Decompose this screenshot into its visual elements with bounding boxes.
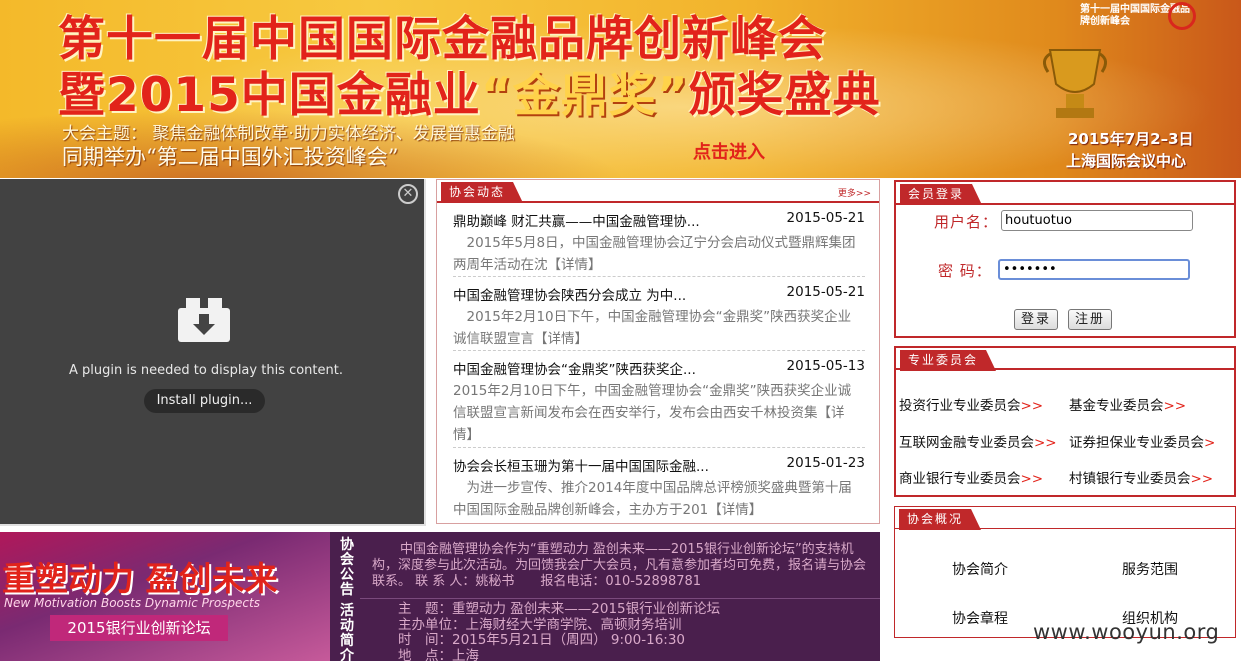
committee-link-arrow: >> xyxy=(1020,398,1044,414)
news-more-link[interactable]: 更多>> xyxy=(838,186,871,199)
committee-link[interactable]: 村镇银行专业委员会>> xyxy=(1069,467,1213,487)
username-label: 用户名： xyxy=(934,213,999,231)
news-item-summary[interactable]: 2015年2月10日下午，中国金融管理协会“金鼎奖”陕西获奖企业诚信联盟宣言新闻… xyxy=(453,380,861,446)
activity-line: 主办单位：上海财经大学商学院、高顿财务培训 xyxy=(398,616,682,633)
conference-banner[interactable]: 第十一届中国国际金融品牌创新峰会 暨2015中国金融业“金鼎奖”颁奖盛典 大会主… xyxy=(0,0,1241,178)
username-input[interactable] xyxy=(1001,210,1193,231)
password-input[interactable] xyxy=(998,259,1190,280)
news-panel-title: 协会动态 xyxy=(441,182,524,203)
watermark: www.wooyun.org xyxy=(1033,620,1220,644)
plugin-message: A plugin is needed to display this conte… xyxy=(69,363,343,378)
activity-line: 地 点：上海 xyxy=(398,647,479,661)
login-header: 会员登录 xyxy=(896,182,1234,205)
committee-title: 专业委员会 xyxy=(900,350,997,371)
committee-link[interactable]: 基金专业委员会>> xyxy=(1069,394,1186,414)
banner-logo-ribbon xyxy=(1168,2,1196,30)
committee-link-label: 商业银行专业委员会 xyxy=(899,471,1021,487)
committee-link-label: 证券担保业专业委员会 xyxy=(1069,435,1204,451)
committee-link-label: 投资行业专业委员会 xyxy=(899,398,1021,414)
committee-link[interactable]: 互联网金融专业委员会>> xyxy=(899,431,1057,451)
register-button[interactable]: 注册 xyxy=(1068,309,1113,330)
banner-title-line2: 暨2015中国金融业“金鼎奖”颁奖盛典 xyxy=(58,68,881,123)
committee-link-arrow: > xyxy=(1204,435,1216,451)
news-item-title[interactable]: 中国金融管理协会陕西分会成立 为中... xyxy=(453,284,773,304)
committee-link-label: 互联网金融专业委员会 xyxy=(899,435,1034,451)
about-link-intro[interactable]: 协会简介 xyxy=(952,559,1008,579)
association-news-panel: 协会动态 更多>> 鼎助巅峰 财汇共赢——中国金融管理协... 2015-05-… xyxy=(436,179,880,524)
about-link-charter[interactable]: 协会章程 xyxy=(952,608,1008,628)
committee-header: 专业委员会 xyxy=(896,348,1234,371)
promo-divider xyxy=(360,598,880,599)
banner-venue: 上海国际会议中心 xyxy=(1066,152,1187,170)
plugin-placeholder: ✕ A plugin is needed to display this con… xyxy=(0,179,426,526)
login-title: 会员登录 xyxy=(900,184,983,205)
news-item-date: 2015-05-21 xyxy=(786,210,865,226)
committee-link-arrow: >> xyxy=(1163,398,1187,414)
forum-ad-english: New Motivation Boosts Dynamic Prospects xyxy=(4,596,260,610)
notice-label: 协会公告 xyxy=(340,537,354,598)
trophy-icon xyxy=(1043,49,1107,118)
activity-label: 活动简介 xyxy=(340,603,354,661)
forum-ad-title: 重塑动力 盈创未来 xyxy=(2,559,278,598)
committee-link[interactable]: 商业银行专业委员会>> xyxy=(899,467,1043,487)
banner-subtitle: 同期举办“第二届中国外汇投资峰会” xyxy=(62,145,399,169)
install-plugin-button[interactable]: Install plugin... xyxy=(144,389,265,413)
news-item-title[interactable]: 协会会长桓玉珊为第十一届中国国际金融... xyxy=(453,455,773,475)
committee-link[interactable]: 证券担保业专业委员会> xyxy=(1069,431,1215,451)
forum-ad-badge: 2015银行业创新论坛 xyxy=(50,615,228,641)
about-header: 协会概况 xyxy=(895,507,1235,530)
committee-box: 专业委员会 投资行业专业委员会>> 基金专业委员会>> 互联网金融专业委员会>>… xyxy=(894,346,1236,497)
about-title: 协会概况 xyxy=(899,509,982,530)
news-item-summary[interactable]: 2015年2月10日下午，中国金融管理协会“金鼎奖”陕西获奖企业诚信联盟宣言【详… xyxy=(453,306,861,350)
news-item: 中国金融管理协会陕西分会成立 为中... 2015-05-21 2015年2月1… xyxy=(453,284,865,351)
news-item-summary[interactable]: 为进一步宣传、推介2014年度中国品牌总评榜颁奖盛典暨第十届中国国际金融品牌创新… xyxy=(453,477,861,521)
news-item: 中国金融管理协会“金鼎奖”陕西获奖企... 2015-05-13 2015年2月… xyxy=(453,358,865,448)
committee-link-arrow: >> xyxy=(1020,471,1044,487)
forum-promo: 重塑动力 盈创未来 New Motivation Boosts Dynamic … xyxy=(0,532,880,661)
activity-details: 主 题：重塑动力 盈创未来——2015银行业创新论坛 主办单位：上海财经大学商学… xyxy=(398,601,868,661)
news-item-summary[interactable]: 2015年5月8日，中国金融管理协会辽宁分会启动仪式暨鼎辉集团两周年活动在沈【详… xyxy=(453,232,861,276)
news-item: 协会会长桓玉珊为第十一届中国国际金融... 2015-01-23 为进一步宣传、… xyxy=(453,455,865,522)
news-item: 鼎助巅峰 财汇共赢——中国金融管理协... 2015-05-21 2015年5月… xyxy=(453,210,865,277)
login-button[interactable]: 登录 xyxy=(1014,309,1059,330)
committee-link[interactable]: 投资行业专业委员会>> xyxy=(899,394,1043,414)
committee-link-arrow: >> xyxy=(1190,471,1214,487)
news-panel-header: 协会动态 更多>> xyxy=(437,180,879,203)
news-item-date: 2015-05-13 xyxy=(786,358,865,374)
activity-line: 时 间：2015年5月21日（周四） 9:00-16:30 xyxy=(398,632,686,648)
association-overview-box: 协会概况 协会简介 服务范围 协会章程 组织机构 xyxy=(894,506,1236,638)
committee-link-label: 基金专业委员会 xyxy=(1069,398,1164,414)
committee-link-label: 村镇银行专业委员会 xyxy=(1069,471,1191,487)
banner-enter-link[interactable]: 点击进入 xyxy=(693,138,765,164)
plugin-download-icon xyxy=(178,298,230,342)
forum-ad-image[interactable]: 重塑动力 盈创未来 New Motivation Boosts Dynamic … xyxy=(0,532,330,661)
news-item-date: 2015-05-21 xyxy=(786,284,865,300)
password-label: 密 码： xyxy=(938,262,992,280)
news-item-title[interactable]: 鼎助巅峰 财汇共赢——中国金融管理协... xyxy=(453,210,773,230)
activity-line: 主 题：重塑动力 盈创未来——2015银行业创新论坛 xyxy=(398,601,721,617)
about-link-services[interactable]: 服务范围 xyxy=(1122,559,1178,579)
news-item-title[interactable]: 中国金融管理协会“金鼎奖”陕西获奖企... xyxy=(453,358,773,378)
member-login-box: 会员登录 用户名： 密 码： 登录 注册 xyxy=(894,180,1236,338)
banner-date: 2015年7月2–3日 xyxy=(1068,130,1194,148)
close-icon[interactable]: ✕ xyxy=(398,184,418,204)
news-item-date: 2015-01-23 xyxy=(786,455,865,471)
committee-link-arrow: >> xyxy=(1034,435,1057,451)
notice-text: 中国金融管理协会作为“重塑动力 盈创未来——2015银行业创新论坛”的支持机构，… xyxy=(372,542,867,589)
